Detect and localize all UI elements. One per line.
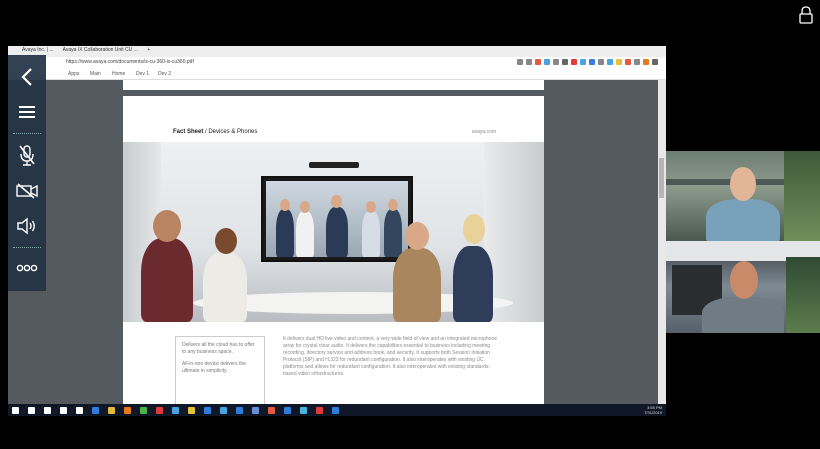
taskbar-app-icon[interactable] bbox=[140, 407, 147, 414]
shared-screen: Avaya Inc. | ... Avaya IX Collaboration … bbox=[8, 46, 666, 416]
bookmark[interactable]: Main bbox=[90, 71, 101, 77]
camera-button[interactable] bbox=[8, 175, 46, 207]
participant-face bbox=[730, 261, 758, 299]
browser-extension-icon[interactable] bbox=[598, 59, 604, 65]
browser-extension-icon[interactable] bbox=[580, 59, 586, 65]
menu-icon bbox=[19, 106, 35, 118]
taskbar-app-icon[interactable] bbox=[220, 407, 227, 414]
browser-extension-icon[interactable] bbox=[562, 59, 568, 65]
browser-extension-icon[interactable] bbox=[553, 59, 559, 65]
taskbar-app-icon[interactable] bbox=[108, 407, 115, 414]
participant-face bbox=[730, 167, 756, 201]
speaker-button[interactable] bbox=[8, 210, 46, 242]
browser-extension-icon[interactable] bbox=[607, 59, 613, 65]
taskbar-app-icon[interactable] bbox=[204, 407, 211, 414]
browser-tabs: Avaya Inc. | ... Avaya IX Collaboration … bbox=[22, 47, 192, 57]
taskbar-app-icon[interactable] bbox=[188, 407, 195, 414]
meeting-control-panel bbox=[8, 55, 46, 291]
bookmark[interactable]: Dev 2 bbox=[158, 71, 171, 77]
windows-taskbar: 3:55 PM 7/31/2019 bbox=[8, 404, 666, 416]
taskbar-app-icon[interactable] bbox=[284, 407, 291, 414]
browser-extension-icon[interactable] bbox=[571, 59, 577, 65]
browser-extension-icon[interactable] bbox=[643, 59, 649, 65]
browser-tab-bar: Avaya Inc. | ... Avaya IX Collaboration … bbox=[8, 46, 666, 57]
bookmark[interactable]: Dev 1 bbox=[136, 71, 149, 77]
taskbar-app-icon[interactable] bbox=[156, 407, 163, 414]
bullet-item: All-in-one device delivers the ultimate … bbox=[182, 361, 246, 374]
browser-extension-icon[interactable] bbox=[616, 59, 622, 65]
bullet-item: Delivers all the cloud has to offer to a… bbox=[182, 342, 255, 355]
back-icon bbox=[21, 68, 32, 86]
taskbar-app-icon[interactable] bbox=[316, 407, 323, 414]
taskbar-app-icon[interactable] bbox=[28, 407, 35, 414]
page-url: avaya.com bbox=[471, 129, 496, 135]
pdf-page: Fact Sheet / Devices & Phones avaya.com bbox=[123, 96, 544, 411]
participant-video-tile[interactable] bbox=[666, 241, 820, 333]
browser-tab[interactable]: Avaya Inc. | ... bbox=[22, 47, 54, 53]
bullet-list: Delivers all the cloud has to offer to a… bbox=[175, 336, 265, 411]
pdf-previous-page bbox=[123, 80, 544, 90]
new-tab-button[interactable]: + bbox=[147, 47, 150, 53]
browser-extension-icon[interactable] bbox=[652, 59, 658, 65]
taskbar-app-icon[interactable] bbox=[172, 407, 179, 414]
bookmark[interactable]: Apps bbox=[68, 71, 79, 77]
browser-extension-icon[interactable] bbox=[544, 59, 550, 65]
browser-extension-icon[interactable] bbox=[625, 59, 631, 65]
taskbar-app-icon[interactable] bbox=[124, 407, 131, 414]
browser-extension-icon[interactable] bbox=[517, 59, 523, 65]
mic-muted-icon bbox=[19, 145, 35, 166]
taskbar-clock[interactable]: 3:55 PM 7/31/2019 bbox=[644, 405, 662, 415]
bookmarks-bar: Apps Main Home Dev 1 Dev 2 bbox=[8, 69, 666, 80]
menu-button[interactable] bbox=[8, 97, 46, 127]
browser-tab-active[interactable]: Avaya IX Collaboration Unit CU ... bbox=[63, 47, 138, 53]
scrollbar[interactable] bbox=[658, 80, 666, 405]
taskbar-app-icon[interactable] bbox=[60, 407, 67, 414]
start-button[interactable] bbox=[12, 407, 19, 414]
browser-extension-icon[interactable] bbox=[634, 59, 640, 65]
taskbar-app-icon[interactable] bbox=[332, 407, 339, 414]
display-screen bbox=[261, 176, 413, 262]
page-title: Fact Sheet / Devices & Phones bbox=[173, 129, 258, 135]
speaker-icon bbox=[17, 217, 35, 235]
camera-device bbox=[309, 162, 359, 168]
taskbar-app-icon[interactable] bbox=[252, 407, 259, 414]
taskbar-app-icon[interactable] bbox=[268, 407, 275, 414]
taskbar-app-icon[interactable] bbox=[300, 407, 307, 414]
browser-extension-icon[interactable] bbox=[589, 59, 595, 65]
meeting-room-photo bbox=[123, 142, 544, 322]
mute-button[interactable] bbox=[8, 139, 46, 171]
lock-icon[interactable] bbox=[798, 6, 814, 24]
taskbar-app-icon[interactable] bbox=[236, 407, 243, 414]
participant-video-tile[interactable] bbox=[666, 151, 820, 241]
bookmark[interactable]: Home bbox=[112, 71, 125, 77]
browser-extension-icon[interactable] bbox=[535, 59, 541, 65]
taskbar-app-icon[interactable] bbox=[92, 407, 99, 414]
url-field[interactable]: https://www.avaya.com/documents/ix-cu-36… bbox=[66, 59, 266, 65]
browser-extension-icon[interactable] bbox=[526, 59, 532, 65]
back-button[interactable] bbox=[8, 61, 46, 93]
body-paragraph: It delivers dual HD live video and conte… bbox=[283, 336, 498, 377]
camera-off-icon bbox=[16, 183, 38, 199]
more-icon bbox=[16, 264, 38, 272]
more-options-button[interactable] bbox=[8, 253, 46, 283]
extension-icons bbox=[468, 59, 658, 67]
taskbar-app-icon[interactable] bbox=[76, 407, 83, 414]
taskbar-app-icon[interactable] bbox=[44, 407, 51, 414]
scrollbar-thumb[interactable] bbox=[659, 158, 664, 198]
